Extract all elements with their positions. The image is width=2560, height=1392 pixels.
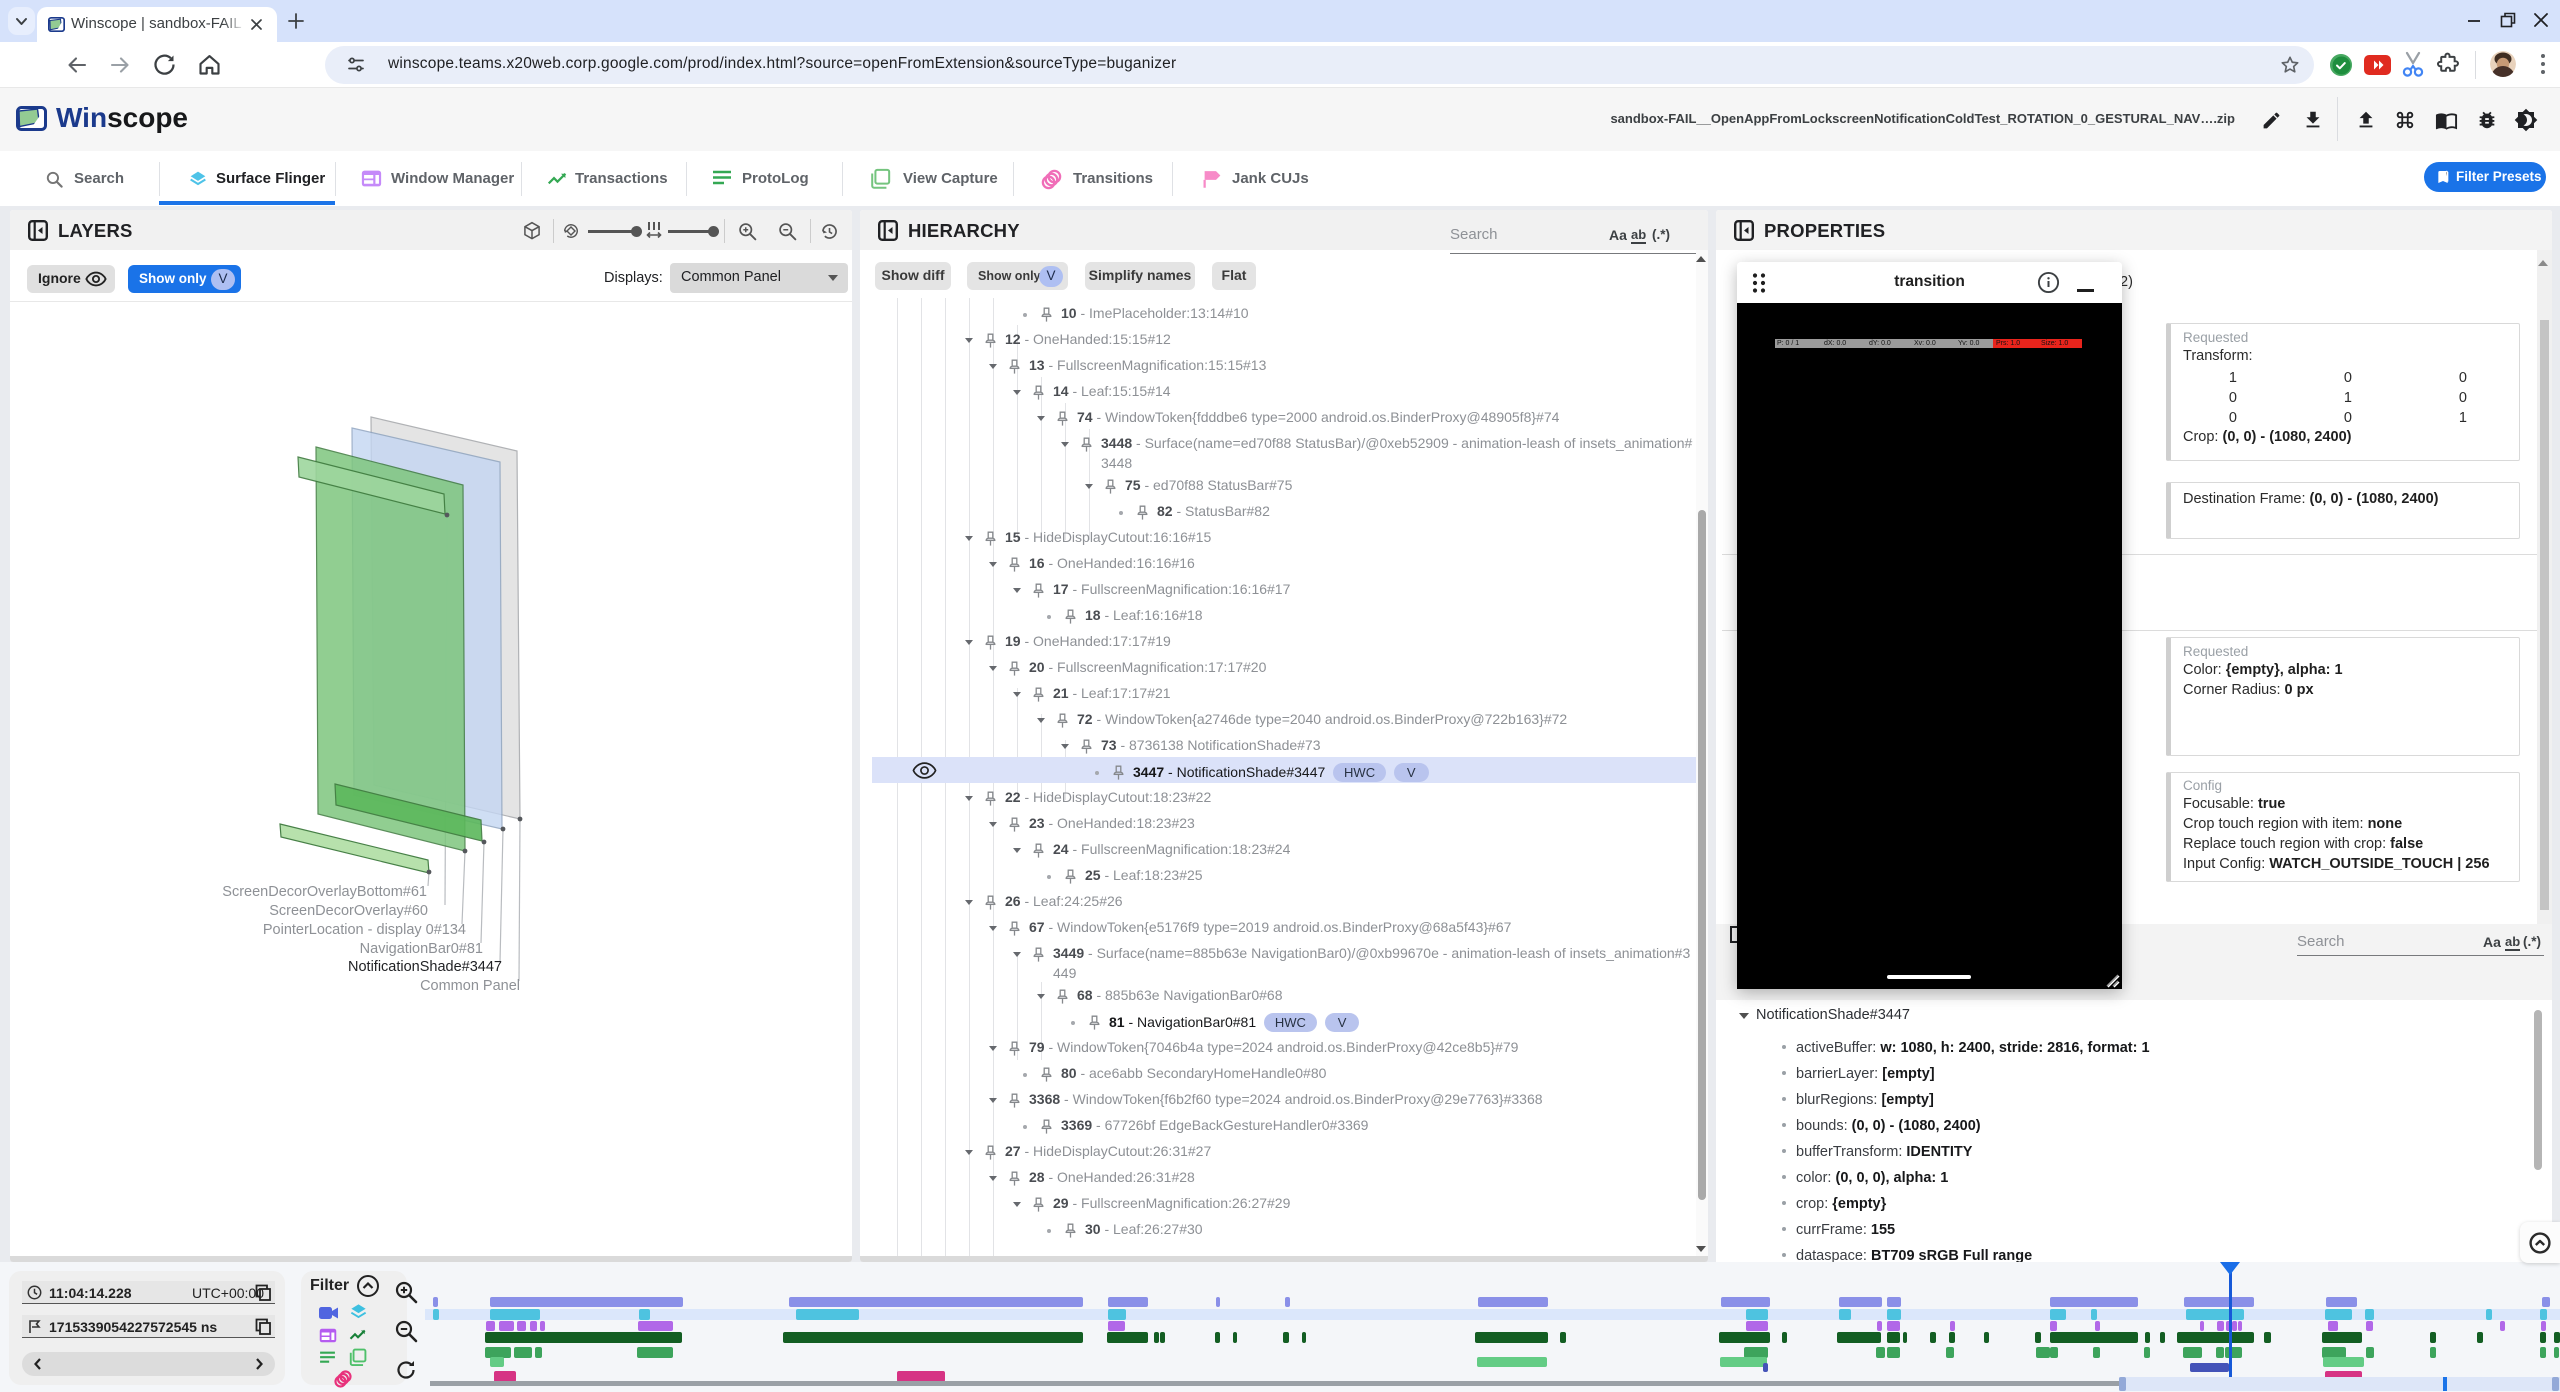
svg-text:NavigationBar0#81: NavigationBar0#81 xyxy=(360,941,483,957)
svg-text:ScreenDecorOverlayBottom#61: ScreenDecorOverlayBottom#61 xyxy=(222,884,427,900)
svg-text:NotificationShade#3447: NotificationShade#3447 xyxy=(348,959,502,975)
svg-text:ScreenDecorOverlay#60: ScreenDecorOverlay#60 xyxy=(269,903,428,919)
svg-text:PointerLocation - display 0#13: PointerLocation - display 0#134 xyxy=(263,922,466,938)
svg-text:Common Panel: Common Panel xyxy=(420,978,520,994)
